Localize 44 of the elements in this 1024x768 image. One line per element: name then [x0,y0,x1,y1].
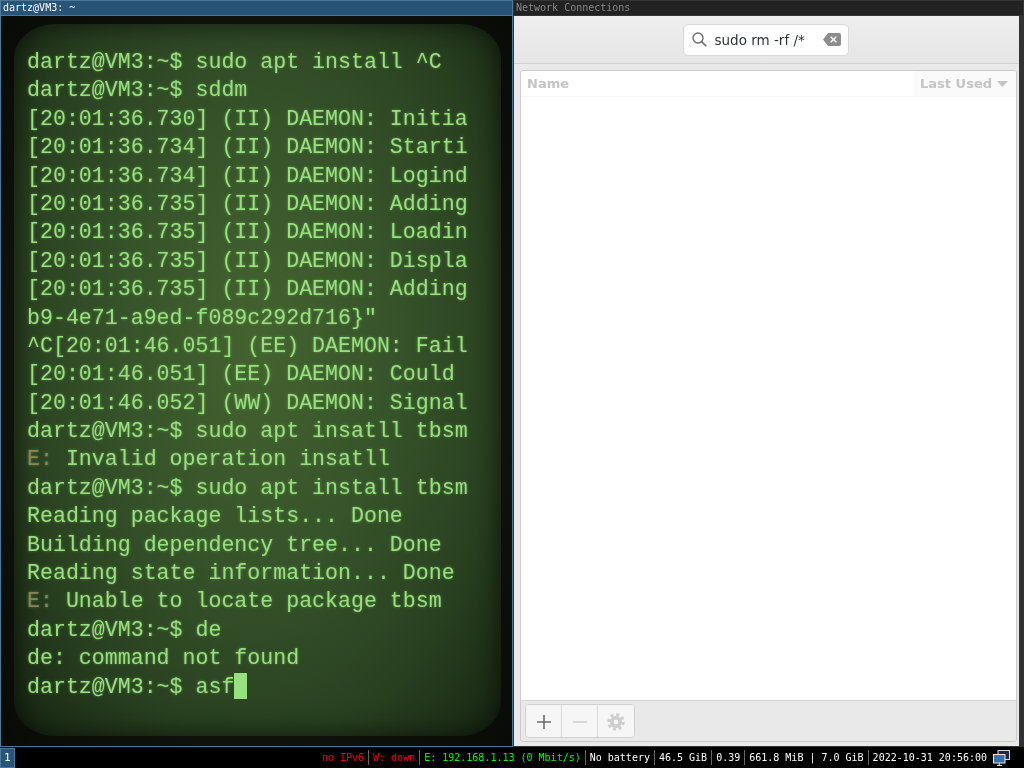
error-prefix: E: [27,447,53,472]
status-text: E: 192.168.1.13 (0 Mbit/s) [424,752,581,763]
add-button[interactable] [526,705,562,737]
terminal-line: [20:01:36.735] (II) DAEMON: Adding [27,277,468,302]
status-text: no IPv6 [321,752,365,763]
search-icon [691,32,707,47]
terminal-line: [20:01:36.730] (II) DAEMON: Initia [27,106,468,131]
terminal-line: Unable to locate package tbsm [65,589,442,614]
terminal-line: dartz@VM3:~$ de [27,617,222,642]
terminal-line: Invalid operation insatll [65,447,390,472]
window-title: Network Connections [516,2,631,13]
terminal-line: [20:01:36.735] (II) DAEMON: Loadin [27,220,468,245]
status-text: No battery [589,752,650,763]
terminal-line: dartz@VM3:~$ asf [27,674,235,699]
terminal-line: Reading package lists... Done [27,504,403,529]
gear-icon [607,712,625,731]
terminal-line: [20:01:36.735] (II) DAEMON: Adding [27,191,468,216]
terminal-line: [20:01:36.735] (II) DAEMON: Displa [27,248,468,273]
terminal-line: [20:01:36.734] (II) DAEMON: Starti [27,135,468,160]
status-text: 2022-10-31 20:56:00 [872,752,987,763]
search-field[interactable]: sudo rm -rf /* [682,23,849,56]
terminal-line: dartz@VM3:~$ sudo apt install ^C [27,50,442,74]
terminal-line: [20:01:36.734] (II) DAEMON: Logind [27,163,468,188]
terminal-line: b9-4e71-a9ed-f089c292d716}" [27,305,377,330]
terminal-line: dartz@VM3:~$ sudo apt install tbsm [27,475,468,500]
monitors-icon[interactable] [993,749,1010,766]
terminal-line: Reading state information... Done [27,561,455,586]
terminal-line: dartz@VM3:~$ sudo apt insatll tbsm [27,419,468,444]
status-text: 46.5 GiB [658,752,708,763]
plus-icon [535,713,552,730]
workspace-button[interactable]: 1 [0,747,15,768]
caret-icon [997,80,1008,87]
terminal-line: Building dependency tree... Done [27,532,442,557]
clear-icon[interactable] [822,33,841,46]
terminal-line: ^C[20:01:46.051] (EE) DAEMON: Fail [27,333,468,358]
terminal-line: [20:01:46.052] (WW) DAEMON: Signal [27,390,468,415]
window-title: dartz@VM3: ~ [3,2,76,13]
status-text: 661.8 MiB | 7.0 GiB [749,752,864,763]
status-text: 0.39 [716,752,741,763]
terminal-line: de: command not found [27,646,300,671]
terminal-line: [20:01:46.051] (EE) DAEMON: Could [27,362,455,387]
error-prefix: E: [27,589,53,614]
terminal-line: dartz@VM3:~$ sddm [27,78,248,103]
status-text: W: down [373,752,416,763]
